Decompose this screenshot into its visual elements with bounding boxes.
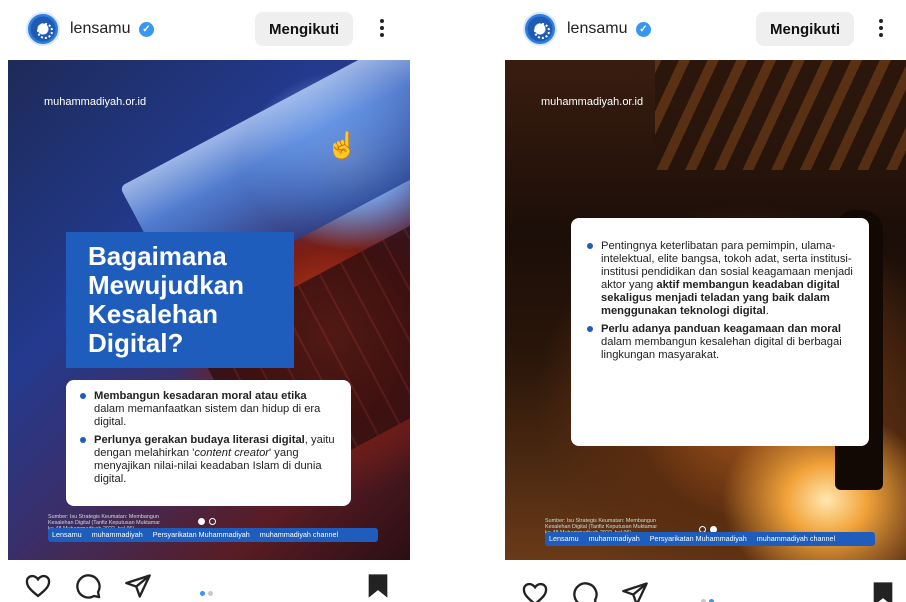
bullet-italic: content creator	[194, 447, 270, 459]
username[interactable]: lensamu	[567, 20, 627, 38]
following-button[interactable]: Mengikuti	[255, 12, 353, 46]
site-url: muhammadiyah.or.id	[541, 96, 644, 108]
bullet-item: Perlunya gerakan budaya literasi digital…	[80, 434, 339, 486]
youtube-handle: muhammadiyah channel	[756, 534, 836, 543]
info-card: Membangun kesadaran moral atau etika dal…	[66, 380, 351, 506]
facebook-handle: Persyarikatan Muhammadiyah	[649, 534, 747, 543]
title-line: Digital?	[88, 328, 184, 358]
bullet-item: Perlu adanya panduan keagamaan dan moral…	[587, 323, 855, 362]
title-box: Bagaimana Mewujudkan Kesalehan Digital?	[66, 232, 294, 368]
footer-bar: Lensamu muhammadiyah Persyarikatan Muham…	[48, 528, 378, 542]
site-url: muhammadiyah.or.id	[44, 96, 147, 108]
post-actions	[8, 566, 410, 602]
kebab-menu-icon[interactable]	[376, 16, 388, 42]
hand-cursor-icon: ☝	[326, 130, 359, 160]
post-left: lensamu ✓ Mengikuti muhammadiyah.or.id ☝…	[8, 0, 410, 602]
avatar[interactable]	[523, 12, 557, 46]
bullet-text: .	[765, 305, 769, 317]
username[interactable]: lensamu	[70, 20, 130, 38]
post-image[interactable]: muhammadiyah.or.id Pentingnya keterlibat…	[505, 60, 906, 560]
bullet-bold: Membangun kesadaran moral atau etika	[94, 390, 307, 402]
comment-icon[interactable]	[74, 572, 102, 600]
footer-bar: Lensamu muhammadiyah Persyarikatan Muham…	[545, 532, 875, 546]
share-icon[interactable]	[621, 580, 649, 602]
share-icon[interactable]	[124, 572, 152, 600]
avatar[interactable]	[26, 12, 60, 46]
heart-icon[interactable]	[24, 572, 52, 600]
bullet-text: dalam memanfaatkan sistem dan hidup di e…	[94, 403, 321, 428]
carousel-dots	[701, 591, 717, 602]
post-header: lensamu ✓ Mengikuti	[505, 8, 906, 56]
post-image[interactable]: muhammadiyah.or.id ☝ Bagaimana Mewujudka…	[8, 60, 410, 560]
info-card: Pentingnya keterlibatan para pemimpin, u…	[571, 218, 869, 446]
heart-icon[interactable]	[521, 580, 549, 602]
following-button[interactable]: Mengikuti	[756, 12, 854, 46]
title-line: Mewujudkan	[88, 270, 245, 300]
title-line: Kesalehan	[88, 299, 219, 329]
bullet-item: Pentingnya keterlibatan para pemimpin, u…	[587, 240, 855, 318]
instagram-handle: Lensamu	[52, 530, 82, 539]
verified-badge-icon: ✓	[636, 22, 651, 37]
kebab-menu-icon[interactable]	[875, 16, 887, 42]
bullet-bold: Perlunya gerakan budaya literasi digital	[94, 434, 305, 446]
bullet-item: Membangun kesadaran moral atau etika dal…	[80, 390, 339, 429]
post-actions	[505, 574, 906, 602]
twitter-handle: muhammadiyah	[91, 530, 143, 539]
image-page-dots	[198, 512, 228, 525]
carousel-dots	[200, 583, 216, 596]
post-right: lensamu ✓ Mengikuti muhammadiyah.or.id P…	[505, 0, 906, 602]
image-page-dots	[699, 520, 729, 533]
verified-badge-icon: ✓	[139, 22, 154, 37]
bullet-bold: Perlu adanya panduan keagamaan dan moral	[601, 323, 841, 335]
twitter-handle: muhammadiyah	[588, 534, 640, 543]
instagram-handle: Lensamu	[549, 534, 579, 543]
post-header: lensamu ✓ Mengikuti	[8, 8, 410, 56]
comment-icon[interactable]	[571, 580, 599, 602]
ceiling-beams-graphic	[655, 60, 906, 170]
bullet-text: dalam membangun kesalehan digital di ber…	[601, 336, 842, 361]
bookmark-icon[interactable]	[364, 572, 392, 600]
facebook-handle: Persyarikatan Muhammadiyah	[152, 530, 250, 539]
youtube-handle: muhammadiyah channel	[259, 530, 339, 539]
bookmark-icon[interactable]	[869, 580, 897, 602]
title-line: Bagaimana	[88, 241, 227, 271]
